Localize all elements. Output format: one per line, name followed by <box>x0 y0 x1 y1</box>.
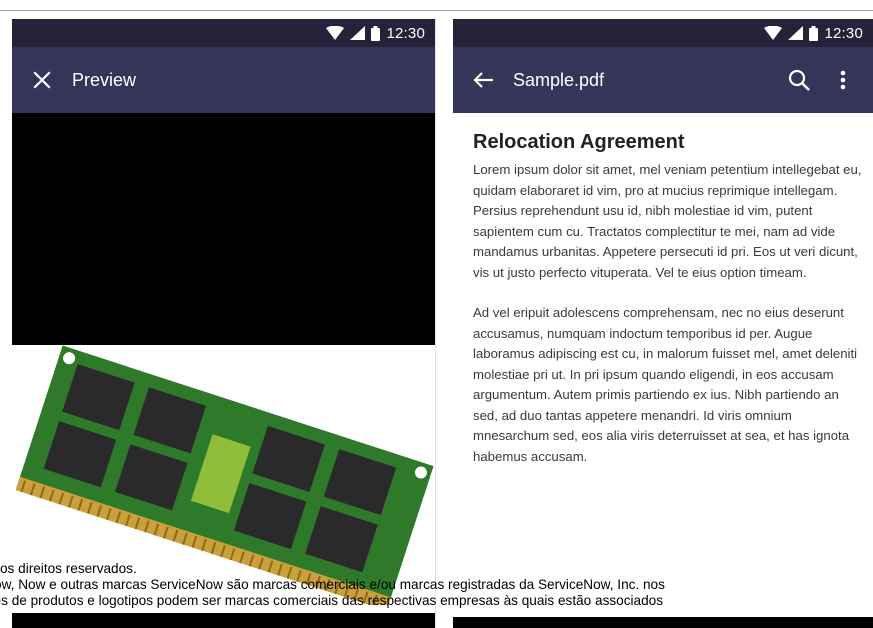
copyright-footer: os direitos reservados. low, Now e outra… <box>0 561 873 609</box>
wifi-icon <box>764 26 783 40</box>
preview-screen: 12:30 Preview <box>12 19 436 628</box>
close-icon[interactable] <box>26 64 58 96</box>
app-bar: Preview <box>12 47 435 113</box>
status-bar: 12:30 <box>453 19 873 47</box>
next-media-strip <box>12 613 435 628</box>
status-time: 12:30 <box>386 24 425 42</box>
arrow-left-icon[interactable] <box>467 64 499 96</box>
document-paragraph: Ad vel eripuit adolescens comprehensam, … <box>473 305 858 464</box>
battery-icon <box>809 25 819 41</box>
more-vert-icon[interactable] <box>827 64 859 96</box>
status-time: 12:30 <box>824 24 863 42</box>
app-bar: Sample.pdf <box>453 47 873 113</box>
document-heading: Relocation Agreement <box>473 131 685 153</box>
top-divider <box>0 10 873 11</box>
search-icon[interactable] <box>783 64 815 96</box>
signal-icon <box>350 26 366 40</box>
document-title: Sample.pdf <box>513 69 605 90</box>
footer-line: os direitos reservados. <box>0 561 137 576</box>
wifi-icon <box>326 26 345 40</box>
status-bar: 12:30 <box>12 19 435 47</box>
document-paragraph: Lorem ipsum dolor sit amet, mel veniam p… <box>473 162 862 280</box>
footer-line: low, Now e outras marcas ServiceNow são … <box>0 577 665 592</box>
pdf-viewer-screen: 12:30 Sample.pdf Relocation Agreement Lo… <box>453 19 873 628</box>
bottom-strip <box>453 617 873 628</box>
page-title: Preview <box>72 69 137 90</box>
signal-icon <box>788 26 804 40</box>
footer-line: nes de produtos e logotipos podem ser ma… <box>0 593 664 608</box>
battery-icon <box>371 25 381 41</box>
media-preview[interactable] <box>12 113 435 345</box>
pdf-document-body: Relocation Agreement Lorem ipsum dolor s… <box>473 131 865 467</box>
